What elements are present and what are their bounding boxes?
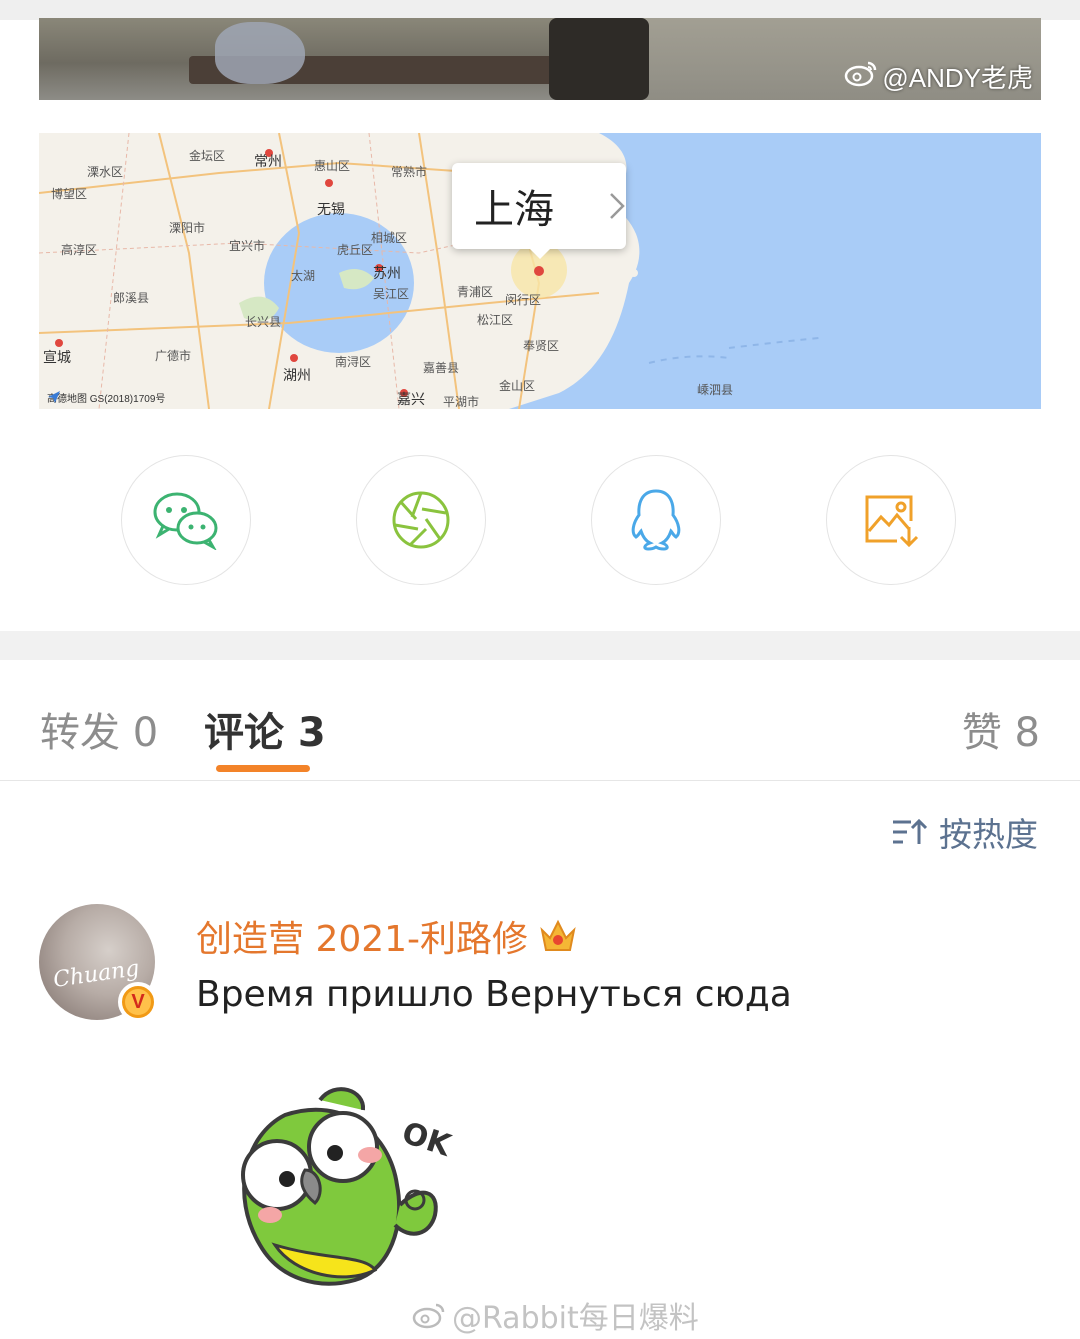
active-tab-indicator xyxy=(216,765,310,772)
tab-comments[interactable]: 评论 3 xyxy=(204,700,326,758)
section-separator xyxy=(0,631,1080,660)
weibo-icon xyxy=(412,1303,445,1329)
map-place: 金山区 xyxy=(499,379,536,393)
map-credit-text: 高德地图 GS(2018)1709号 xyxy=(47,394,166,405)
verified-badge-icon: V xyxy=(118,982,158,1022)
sticker-ok-text: OK xyxy=(398,1115,457,1164)
map-place: 溧阳市 xyxy=(169,221,206,235)
comment-text: Время пришло Вернуться сюда xyxy=(196,974,792,1015)
map-place: 嵊泗县 xyxy=(697,383,734,397)
tab-repost[interactable]: 转发 0 xyxy=(40,700,158,758)
map-place: 南浔区 xyxy=(335,355,372,369)
wechat-icon xyxy=(153,492,218,550)
map-place: 吴江区 xyxy=(373,287,410,301)
map-place: 闵行区 xyxy=(505,293,542,307)
map-place: 松江区 xyxy=(477,313,514,327)
moments-icon xyxy=(392,491,450,549)
map-place: 苏州 xyxy=(373,266,401,282)
map-place: 长兴县 xyxy=(245,315,282,329)
top-strip xyxy=(0,0,1080,20)
map-place: 无锡 xyxy=(317,202,345,218)
map-place: 广德市 xyxy=(155,349,192,363)
share-row xyxy=(0,455,1080,587)
share-qq-button[interactable] xyxy=(591,455,721,585)
location-map[interactable]: 溧水区 博望区 金坛区 常州 惠山区 常熟市 无锡 溧阳市 宜兴市 高淳区 太湖… xyxy=(39,133,1041,409)
share-moments-button[interactable] xyxy=(356,455,486,585)
watermark-text: @ANDY老虎 xyxy=(882,63,1033,93)
map-place: 常州 xyxy=(254,154,282,170)
map-logo-icon xyxy=(48,391,60,403)
interaction-tabs: 转发 0 评论 3 赞 8 xyxy=(0,660,1080,781)
map-place: 湖州 xyxy=(283,368,311,384)
sort-label: 按热度 xyxy=(939,815,1038,854)
photo-machine xyxy=(549,18,649,100)
map-place: 溧水区 xyxy=(87,165,124,179)
crown-icon xyxy=(540,919,576,951)
photo-bag xyxy=(215,22,305,84)
map-place: 奉贤区 xyxy=(523,339,560,353)
map-location-popup[interactable]: 上海 xyxy=(452,163,626,259)
map-credit: 高德地图 GS(2018)1709号 xyxy=(47,390,165,405)
photo-watermark: @ANDY老虎 xyxy=(844,58,1033,95)
post-photo[interactable]: @ANDY老虎 xyxy=(39,18,1041,100)
footer-watermark: @Rabbit每日爆料 xyxy=(412,1293,699,1337)
map-place: 金坛区 xyxy=(189,149,226,163)
qq-icon xyxy=(631,489,681,551)
sort-icon xyxy=(893,818,927,844)
map-place: 虎丘区 xyxy=(337,243,374,257)
footer-watermark-text: @Rabbit每日爆料 xyxy=(452,1301,699,1336)
map-place: 宜兴市 xyxy=(229,239,266,253)
map-place: 相城区 xyxy=(371,231,408,245)
map-place: 平湖市 xyxy=(443,395,480,409)
map-place: 宣城 xyxy=(43,350,71,366)
map-place: 常熟市 xyxy=(391,165,428,179)
map-place: 博望区 xyxy=(51,187,88,201)
map-place: 郎溪县 xyxy=(113,291,150,305)
username-text: 创造营 2021-利路修 xyxy=(196,919,529,960)
weibo-icon xyxy=(844,59,878,94)
save-image-button[interactable] xyxy=(826,455,956,585)
comment-username[interactable]: 创造营 2021-利路修 xyxy=(196,910,578,962)
map-place: 惠山区 xyxy=(314,159,351,173)
map-place: 嘉善县 xyxy=(423,361,460,375)
share-wechat-button[interactable] xyxy=(121,455,251,585)
map-popup-label: 上海 xyxy=(474,187,554,233)
sort-by-hot-button[interactable]: 按热度 xyxy=(891,808,1038,856)
map-place: 青浦区 xyxy=(457,285,494,299)
map-place: 太湖 xyxy=(291,269,316,283)
parrot-ok-sticker: OK xyxy=(225,1075,465,1295)
save-image-icon xyxy=(865,495,919,548)
tab-likes[interactable]: 赞 8 xyxy=(962,700,1040,758)
map-place: 嘉兴 xyxy=(397,392,425,408)
map-place: 高淳区 xyxy=(61,243,98,257)
